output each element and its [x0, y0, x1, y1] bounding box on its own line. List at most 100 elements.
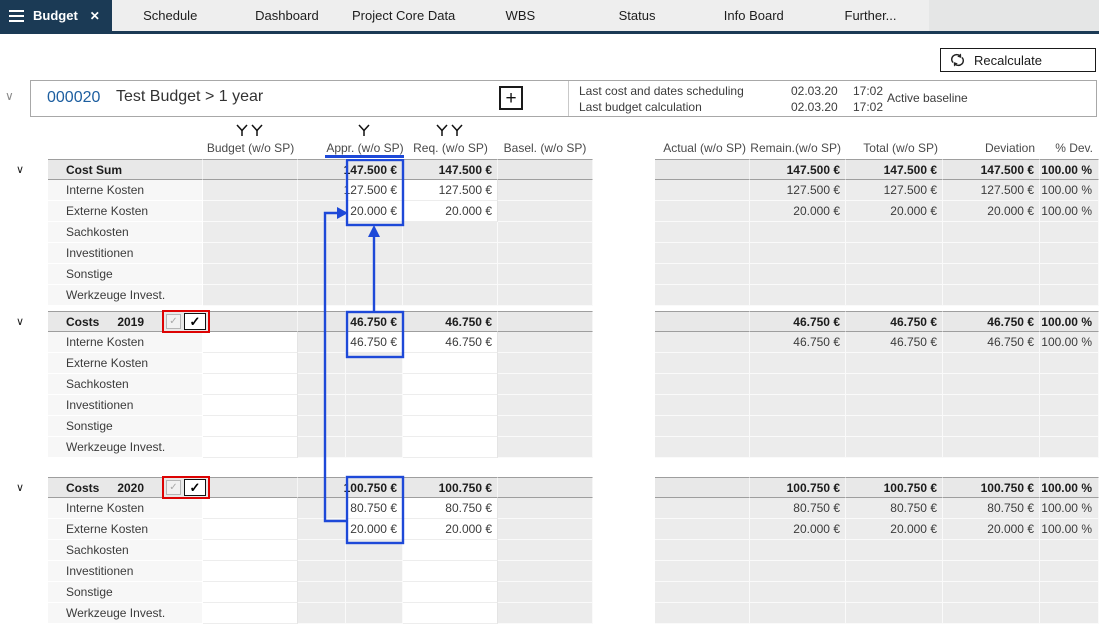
cell-basel[interactable] — [498, 477, 593, 498]
cell-pdev[interactable] — [1040, 374, 1099, 395]
cell-deviation[interactable]: 20.000 € — [943, 519, 1040, 540]
cell-appr[interactable] — [346, 561, 403, 582]
cell-actual[interactable] — [655, 395, 750, 416]
cell-pdev[interactable]: 100.00 % — [1040, 201, 1099, 222]
cell-basel[interactable] — [498, 159, 593, 180]
cell-pdev[interactable]: 100.00 % — [1040, 311, 1099, 332]
cell-total[interactable]: 80.750 € — [846, 498, 943, 519]
budget-filter-icons[interactable] — [236, 124, 263, 137]
cell-req[interactable] — [403, 264, 498, 285]
cell-budget[interactable] — [203, 222, 298, 243]
cell-appr[interactable] — [346, 353, 403, 374]
cell-pdev[interactable] — [1040, 285, 1099, 306]
cell-basel[interactable] — [498, 561, 593, 582]
cell-req[interactable]: 46.750 € — [403, 332, 498, 353]
cell-appr[interactable]: 20.000 € — [346, 519, 403, 540]
cell-budget[interactable] — [203, 561, 298, 582]
cell-budget[interactable] — [203, 416, 298, 437]
cell-req[interactable] — [403, 285, 498, 306]
cell-total[interactable] — [846, 353, 943, 374]
cell-appr[interactable]: 127.500 € — [346, 180, 403, 201]
column-header-total[interactable]: Total (w/o SP) — [846, 141, 938, 155]
cell-budget[interactable] — [203, 395, 298, 416]
cell-basel[interactable] — [498, 498, 593, 519]
cell-basel[interactable] — [498, 395, 593, 416]
cell-remain[interactable]: 46.750 € — [750, 332, 846, 353]
cell-pdev[interactable] — [1040, 353, 1099, 374]
cell-remain[interactable]: 80.750 € — [750, 498, 846, 519]
cell-actual[interactable] — [655, 477, 750, 498]
cell-budget[interactable] — [203, 498, 298, 519]
cell-req[interactable] — [403, 603, 498, 624]
cell-pdev[interactable] — [1040, 603, 1099, 624]
cell-remain[interactable] — [750, 222, 846, 243]
cell-appr[interactable] — [346, 603, 403, 624]
tab-further[interactable]: Further... — [812, 0, 929, 31]
cell-req[interactable]: 147.500 € — [403, 159, 498, 180]
tab-status[interactable]: Status — [579, 0, 696, 31]
cell-total[interactable] — [846, 603, 943, 624]
cell-pdev[interactable]: 100.00 % — [1040, 498, 1099, 519]
cell-deviation[interactable] — [943, 395, 1040, 416]
cell-pdev[interactable] — [1040, 395, 1099, 416]
cell-appr[interactable]: 80.750 € — [346, 498, 403, 519]
cell-deviation[interactable] — [943, 437, 1040, 458]
cell-basel[interactable] — [498, 416, 593, 437]
cell-req[interactable] — [403, 222, 498, 243]
cell-req[interactable] — [403, 416, 498, 437]
cell-deviation[interactable] — [943, 374, 1040, 395]
cell-req[interactable] — [403, 437, 498, 458]
column-header-actual[interactable]: Actual (w/o SP) — [655, 141, 746, 155]
cell-appr[interactable] — [346, 243, 403, 264]
cell-req[interactable] — [403, 374, 498, 395]
cell-pdev[interactable]: 100.00 % — [1040, 477, 1099, 498]
cell-total[interactable]: 100.750 € — [846, 477, 943, 498]
cell-pdev[interactable] — [1040, 437, 1099, 458]
cell-budget[interactable] — [203, 437, 298, 458]
cell-appr[interactable]: 46.750 € — [346, 332, 403, 353]
cell-budget[interactable] — [203, 264, 298, 285]
cell-actual[interactable] — [655, 519, 750, 540]
cell-budget[interactable] — [203, 540, 298, 561]
tab-budget[interactable]: Budget ✕ — [0, 0, 112, 31]
cell-appr[interactable] — [346, 264, 403, 285]
cell-remain[interactable]: 147.500 € — [750, 159, 846, 180]
cell-total[interactable] — [846, 285, 943, 306]
cell-remain[interactable] — [750, 437, 846, 458]
cell-deviation[interactable]: 80.750 € — [943, 498, 1040, 519]
cell-actual[interactable] — [655, 437, 750, 458]
cell-actual[interactable] — [655, 222, 750, 243]
tab-schedule[interactable]: Schedule — [112, 0, 229, 31]
cell-actual[interactable] — [655, 498, 750, 519]
cell-basel[interactable] — [498, 243, 593, 264]
cell-remain[interactable] — [750, 285, 846, 306]
cell-budget[interactable] — [203, 180, 298, 201]
recalculate-button[interactable]: Recalculate — [940, 48, 1096, 72]
cell-basel[interactable] — [498, 437, 593, 458]
cell-remain[interactable]: 46.750 € — [750, 311, 846, 332]
cell-remain[interactable] — [750, 374, 846, 395]
cell-pdev[interactable] — [1040, 561, 1099, 582]
cell-deviation[interactable]: 46.750 € — [943, 332, 1040, 353]
cell-remain[interactable] — [750, 603, 846, 624]
cell-actual[interactable] — [655, 332, 750, 353]
cell-deviation[interactable] — [943, 243, 1040, 264]
cell-total[interactable]: 46.750 € — [846, 311, 943, 332]
cell-basel[interactable] — [498, 264, 593, 285]
cell-deviation[interactable]: 127.500 € — [943, 180, 1040, 201]
cell-appr[interactable] — [346, 222, 403, 243]
cell-budget[interactable] — [203, 582, 298, 603]
cell-basel[interactable] — [498, 285, 593, 306]
column-header-pdev[interactable]: % Dev. — [1040, 141, 1093, 155]
cell-budget[interactable] — [203, 603, 298, 624]
group-expander-chevron-icon[interactable]: ∨ — [0, 477, 48, 498]
cell-actual[interactable] — [655, 180, 750, 201]
cell-deviation[interactable] — [943, 540, 1040, 561]
cell-remain[interactable]: 20.000 € — [750, 201, 846, 222]
cell-actual[interactable] — [655, 159, 750, 180]
cell-total[interactable] — [846, 437, 943, 458]
cell-pdev[interactable]: 100.00 % — [1040, 159, 1099, 180]
cell-deviation[interactable] — [943, 353, 1040, 374]
cell-basel[interactable] — [498, 201, 593, 222]
cell-req[interactable] — [403, 540, 498, 561]
